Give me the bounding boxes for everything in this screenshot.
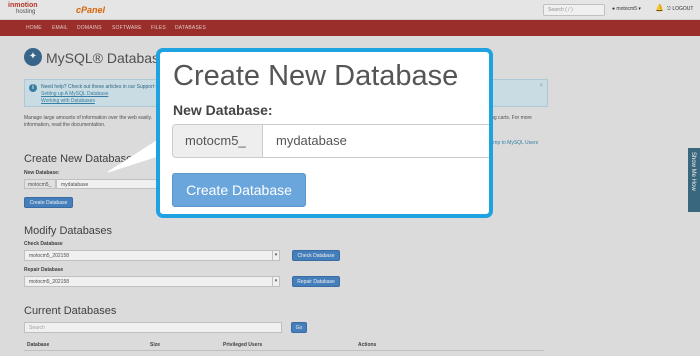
create-database-button[interactable]: Create Database: [172, 173, 306, 207]
create-database-heading: Create New Database: [173, 60, 459, 92]
new-database-label: New Database:: [173, 102, 273, 118]
db-prefix: motocm5_: [172, 124, 263, 158]
new-database-input[interactable]: mydatabase: [262, 124, 489, 158]
zoom-callout: Create New Database New Database: motocm…: [156, 48, 493, 218]
